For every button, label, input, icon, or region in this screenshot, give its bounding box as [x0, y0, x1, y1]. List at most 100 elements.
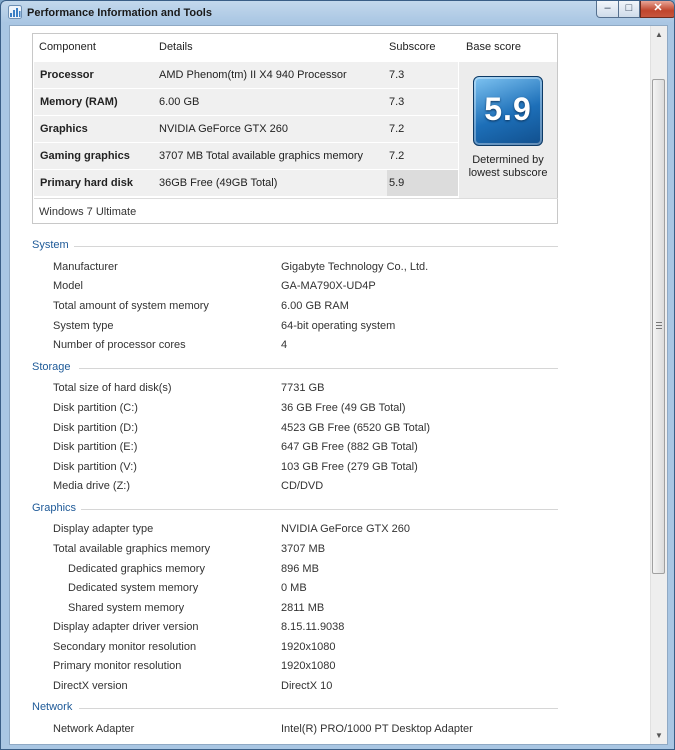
subscore-value: 7.3	[389, 69, 405, 81]
info-value: 896 MB	[281, 563, 319, 575]
info-label: Primary monitor resolution	[53, 660, 182, 672]
table-row: Gaming graphics 3707 MB Total available …	[34, 143, 458, 170]
info-label: Media drive (Z:)	[53, 480, 131, 492]
info-value: 3707 MB	[281, 543, 326, 555]
base-note-line-2: lowest subscore	[468, 167, 548, 179]
component-name: Memory (RAM)	[40, 96, 118, 108]
header-base-score: Base score	[466, 41, 522, 53]
header-subscore: Subscore	[389, 41, 436, 53]
component-subscore: 7.3	[387, 89, 458, 115]
info-value: DirectX 10	[281, 680, 333, 692]
base-score-badge: 5.9	[473, 76, 543, 146]
info-value: 1920x1080	[281, 660, 336, 672]
info-value: 64-bit operating system	[281, 320, 396, 332]
maximize-button[interactable]: □	[618, 1, 640, 18]
component-name: Gaming graphics	[40, 150, 130, 162]
section-title-system: System	[32, 239, 69, 251]
info-label: Disk partition (E:)	[53, 441, 138, 453]
content-area: Component Details Subscore Base score Pr…	[9, 25, 668, 745]
header-component: Component	[39, 41, 96, 53]
component-name: Primary hard disk	[40, 177, 133, 189]
section-title-network: Network	[32, 701, 73, 713]
component-details: 3707 MB Total available graphics memory	[159, 150, 364, 162]
info-label: Disk partition (D:)	[53, 422, 138, 434]
component-subscore: 7.2	[387, 116, 458, 142]
info-label: Dedicated graphics memory	[68, 563, 205, 575]
subscore-value: 7.3	[389, 96, 405, 108]
base-note-line-1: Determined by	[472, 154, 544, 166]
base-score-panel: 5.9 Determined by lowest subscore	[459, 62, 557, 198]
subscore-value: 7.2	[389, 123, 405, 135]
table-row: Processor AMD Phenom(tm) II X4 940 Proce…	[34, 62, 458, 89]
subscore-value: 7.2	[389, 150, 405, 162]
section-title-graphics: Graphics	[32, 502, 77, 514]
header-details: Details	[159, 41, 193, 53]
grip-line	[656, 328, 662, 329]
info-value: Gigabyte Technology Co., Ltd.	[281, 261, 429, 273]
component-subscore-lowest: 5.9	[387, 170, 458, 196]
component-details: AMD Phenom(tm) II X4 940 Processor	[159, 69, 347, 81]
table-row: Graphics NVIDIA GeForce GTX 260 7.2	[34, 116, 458, 143]
info-label: DirectX version	[53, 680, 128, 692]
info-label: Display adapter type	[53, 523, 154, 535]
scroll-up-arrow-icon[interactable]: ▲	[651, 26, 667, 43]
grip-line	[656, 322, 662, 323]
performance-icon	[8, 5, 22, 19]
divider	[74, 246, 558, 247]
info-value: Intel(R) PRO/1000 PT Desktop Adapter	[281, 723, 473, 735]
info-value: 6.00 GB RAM	[281, 300, 349, 312]
component-name: Processor	[40, 69, 94, 81]
app-window: Performance Information and Tools – □ ✕ …	[0, 0, 675, 750]
info-value: NVIDIA GeForce GTX 260	[281, 523, 410, 535]
info-label: Model	[53, 280, 83, 292]
info-value: 7731 GB	[281, 382, 325, 394]
subscore-value: 5.9	[389, 177, 405, 189]
info-value: 0 MB	[281, 582, 307, 594]
base-score-note: Determined by lowest subscore	[459, 154, 557, 180]
minimize-button[interactable]: –	[596, 1, 619, 18]
info-label: Number of processor cores	[53, 339, 186, 351]
info-label: System type	[53, 320, 114, 332]
info-label: Dedicated system memory	[68, 582, 199, 594]
title-bar[interactable]: Performance Information and Tools – □ ✕	[1, 1, 674, 25]
component-details: NVIDIA GeForce GTX 260	[159, 123, 288, 135]
base-score-value: 5.9	[484, 91, 532, 127]
info-value: 36 GB Free (49 GB Total)	[281, 402, 406, 414]
component-name: Graphics	[40, 123, 88, 135]
divider	[34, 198, 558, 199]
info-value: 2811 MB	[281, 602, 325, 614]
info-label: Total size of hard disk(s)	[53, 382, 172, 394]
component-details: 6.00 GB	[159, 96, 200, 108]
grip-line	[656, 325, 662, 326]
section-title-storage: Storage	[32, 361, 71, 373]
info-value: 103 GB Free (279 GB Total)	[281, 461, 418, 473]
info-label: Disk partition (V:)	[53, 461, 137, 473]
info-label: Disk partition (C:)	[53, 402, 138, 414]
component-details: 36GB Free (49GB Total)	[159, 177, 278, 189]
divider	[81, 509, 558, 510]
info-label: Total amount of system memory	[53, 300, 209, 312]
info-value: 8.15.11.9038	[281, 621, 345, 633]
divider	[79, 708, 558, 709]
component-subscore: 7.2	[387, 143, 458, 169]
close-button[interactable]: ✕	[640, 1, 674, 18]
info-value: 647 GB Free (882 GB Total)	[281, 441, 418, 453]
table-row: Primary hard disk 36GB Free (49GB Total)…	[34, 170, 458, 197]
scroll-down-arrow-icon[interactable]: ▼	[651, 727, 667, 744]
divider	[79, 368, 558, 369]
vertical-scrollbar[interactable]: ▲ ▼	[650, 26, 667, 744]
windows-edition: Windows 7 Ultimate	[39, 206, 137, 218]
info-value: CD/DVD	[281, 480, 324, 492]
table-row: Memory (RAM) 6.00 GB 7.3	[34, 89, 458, 116]
info-label: Secondary monitor resolution	[53, 641, 197, 653]
info-label: Display adapter driver version	[53, 621, 199, 633]
info-label: Manufacturer	[53, 261, 118, 273]
component-subscore: 7.3	[387, 62, 458, 88]
info-label: Shared system memory	[68, 602, 185, 614]
info-value: 4523 GB Free (6520 GB Total)	[281, 422, 430, 434]
info-value: GA-MA790X-UD4P	[281, 280, 376, 292]
window-title: Performance Information and Tools	[27, 7, 212, 19]
score-table: Component Details Subscore Base score Pr…	[32, 33, 558, 224]
info-value: 1920x1080	[281, 641, 336, 653]
scrollbar-thumb[interactable]	[652, 79, 665, 574]
